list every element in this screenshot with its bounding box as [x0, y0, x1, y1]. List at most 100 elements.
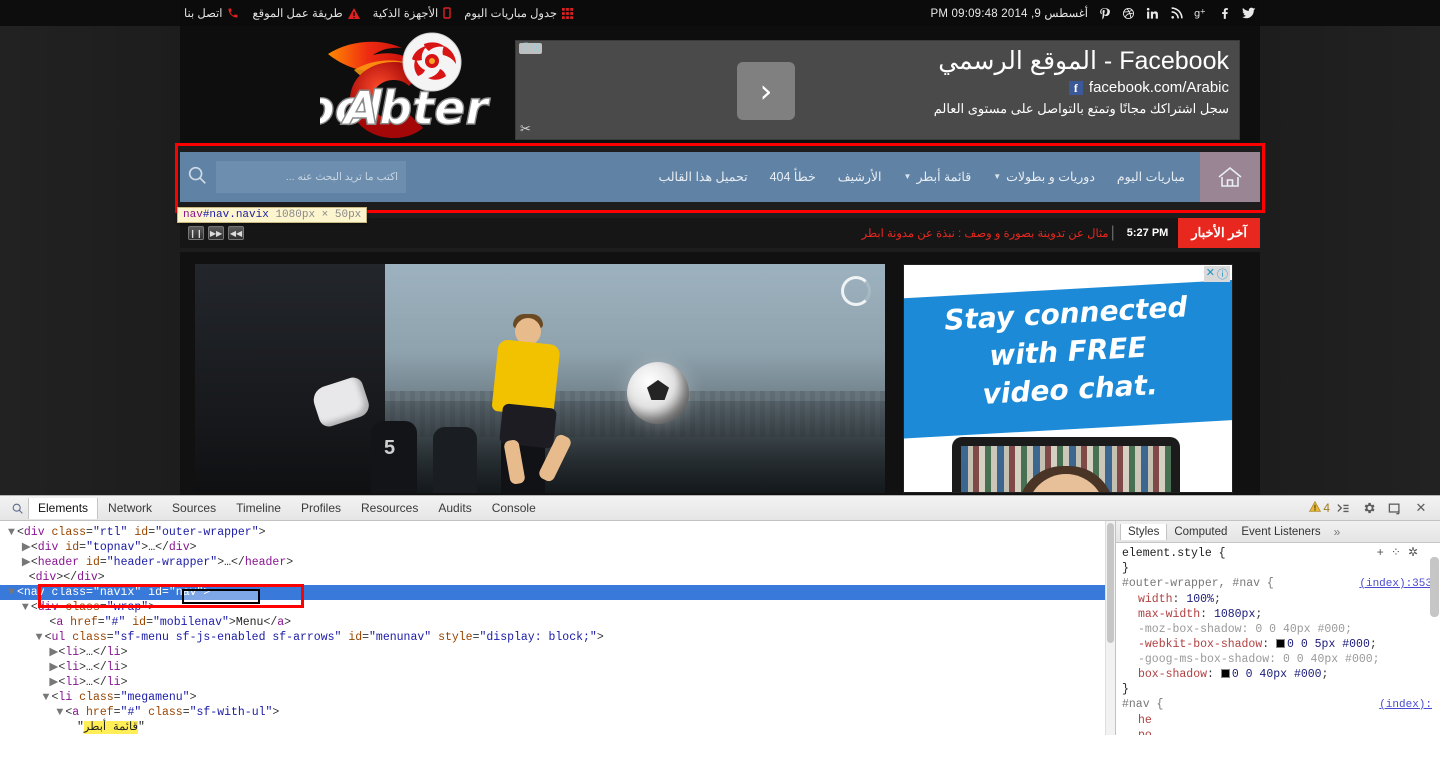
nav-item-abter-menu[interactable]: قائمة أبطر ▼ — [893, 152, 983, 202]
side-ad-badge[interactable]: ⓘ ✕ — [1203, 266, 1230, 282]
warning-count-badge[interactable]: 4 — [1309, 500, 1330, 515]
color-swatch[interactable] — [1276, 639, 1286, 648]
tab-sources[interactable]: Sources — [162, 498, 226, 519]
dom-line[interactable]: ▶<li>…</li> — [0, 660, 1115, 675]
nav-item-today-matches[interactable]: مباريات اليوم — [1106, 152, 1196, 202]
style-prop[interactable]: he — [1122, 713, 1440, 728]
styles-settings-gear-icon[interactable]: ✲ — [1408, 546, 1418, 561]
ticker-headline[interactable]: مثال عن تدوينة بصورة و وصف : نبذة عن مدو… — [862, 226, 1109, 240]
tab-event-listeners[interactable]: Event Listeners — [1234, 524, 1327, 540]
disclosure-triangle-icon[interactable]: ▼ — [22, 600, 31, 615]
style-prop[interactable]: width: 100%; — [1122, 592, 1440, 607]
color-swatch[interactable] — [1220, 669, 1230, 678]
dom-scrollbar[interactable] — [1105, 521, 1115, 735]
googleplus-icon[interactable]: g + — [1193, 6, 1208, 21]
side-ad-banner[interactable]: ⓘ ✕ Stay connected with FREE video chat. — [903, 264, 1233, 493]
rule-source-link[interactable]: (index):353 — [1359, 577, 1440, 592]
ad-close-x[interactable]: X — [533, 43, 540, 54]
dom-line[interactable]: ▼ <a href="#" class="sf-with-ul"> — [0, 705, 1115, 720]
dom-line[interactable]: ▼ <div class="wrap"> — [0, 600, 1115, 615]
style-rule-selector[interactable]: #nav { (index): — [1122, 697, 1440, 713]
topbar-item-contact[interactable]: اتصل بنا — [184, 6, 239, 20]
dom-line[interactable]: ▶<div id="topnav">…</div> — [0, 540, 1115, 555]
facebook-ad-title: Facebook - الموقع الرسمي — [938, 47, 1229, 75]
dom-line[interactable]: ▶<li>…</li> — [0, 675, 1115, 690]
console-drawer-icon[interactable] — [1330, 498, 1356, 518]
topbar-item-smart-devices[interactable]: الأجهزة الذكية — [373, 6, 452, 20]
ad-choices-badge[interactable]: X ⓘ — [519, 43, 542, 54]
pause-icon[interactable]: ❙❙ — [188, 226, 204, 240]
main-navigation[interactable]: مباريات اليوم دوريات و بطولات ▼ قائمة أب… — [180, 152, 1260, 202]
dom-line[interactable]: ▼ <li class="megamenu"> — [0, 690, 1115, 705]
tab-timeline[interactable]: Timeline — [226, 498, 291, 519]
tab-styles[interactable]: Styles — [1120, 523, 1168, 540]
scrollbar-thumb[interactable] — [1107, 523, 1114, 643]
inspect-element-icon[interactable] — [6, 502, 28, 515]
style-prop-disabled[interactable]: -goog-ms-box-shadow: 0 0 40px #000; — [1122, 652, 1440, 667]
styles-tabs-overflow-icon[interactable]: » — [1328, 525, 1347, 539]
dom-line[interactable]: ▼ <div class="rtl" id="outer-wrapper"> — [0, 525, 1115, 540]
home-icon[interactable] — [1200, 152, 1260, 202]
disclosure-triangle-icon[interactable]: ▼ — [43, 690, 52, 705]
dom-line[interactable]: <div></div> — [0, 570, 1115, 585]
ad-dismiss-icon[interactable]: ✂ — [520, 121, 531, 137]
rule-source-link[interactable]: (index): — [1379, 698, 1440, 713]
style-rule-selector[interactable]: #outer-wrapper, #nav { (index):353 — [1122, 576, 1440, 592]
styles-scrollbar[interactable] — [1430, 557, 1439, 617]
dom-line[interactable]: ▼ <ul class="sf-menu sf-js-enabled sf-arr… — [0, 630, 1115, 645]
ad-prev-arrow-icon[interactable]: ‹ — [737, 62, 795, 120]
dom-line[interactable]: <a href="#" id="mobilenav">Menu</a> — [0, 615, 1115, 630]
disclosure-triangle-icon[interactable]: ▼ — [36, 630, 45, 645]
tab-network[interactable]: Network — [98, 498, 162, 519]
dom-line[interactable]: ▶<li>…</li> — [0, 645, 1115, 660]
tab-audits[interactable]: Audits — [428, 498, 481, 519]
ad-close-icon[interactable]: ✕ — [1206, 266, 1215, 282]
search-input[interactable]: اكتب ما تريد البحث عنه ... — [216, 161, 406, 193]
dribbble-icon[interactable] — [1121, 6, 1136, 21]
style-prop[interactable]: po — [1122, 728, 1440, 735]
pinterest-icon[interactable] — [1097, 6, 1112, 21]
nav-item-archive[interactable]: الأرشيف — [827, 152, 893, 202]
next-icon[interactable]: ▶▶ — [208, 226, 224, 240]
settings-gear-icon[interactable] — [1356, 498, 1382, 518]
style-prop[interactable]: box-shadow: 0 0 40px #000; — [1122, 667, 1440, 682]
style-prop-disabled[interactable]: -moz-box-shadow: 0 0 40px #000; — [1122, 622, 1440, 637]
styles-rules[interactable]: + ⁘ ✲ element.style { } #outer-wrapper, … — [1116, 543, 1440, 735]
nav-item-download-template[interactable]: تحميل هذا القالب — [647, 152, 758, 202]
nav-item-error-404[interactable]: خطأ 404 — [759, 152, 827, 202]
tab-resources[interactable]: Resources — [351, 498, 428, 519]
facebook-ad-banner[interactable]: X ⓘ Facebook - الموقع الرسمي f facebook.… — [515, 40, 1240, 140]
dom-tree-panel[interactable]: ▼ <div class="rtl" id="outer-wrapper"> ▶<… — [0, 521, 1115, 735]
ad-info-icon[interactable]: ⓘ — [521, 43, 531, 54]
ad-info-icon[interactable]: ⓘ — [1217, 266, 1228, 282]
tab-profiles[interactable]: Profiles — [291, 498, 351, 519]
disclosure-triangle-icon[interactable]: ▶ — [22, 555, 31, 570]
topbar-item-how-it-works[interactable]: طريقة عمل الموقع — [252, 6, 360, 20]
topbar-item-match-schedule[interactable]: جدول مباريات اليوم — [464, 6, 574, 20]
disclosure-triangle-icon[interactable]: ▼ — [8, 525, 17, 540]
close-icon[interactable]: ✕ — [1408, 498, 1434, 518]
topbar-left-group: PM 09:09:48 2014 ,9 أغسطس g + — [930, 6, 1256, 21]
prev-icon[interactable]: ◀◀ — [228, 226, 244, 240]
dom-line-selected[interactable]: ▼ <nav class="navix" id="nav"> — [0, 585, 1115, 600]
search-icon[interactable] — [186, 164, 208, 191]
nav-item-leagues-tournaments[interactable]: دوريات و بطولات ▼ — [982, 152, 1106, 202]
style-prop[interactable]: -webkit-box-shadow: 0 0 5px #000; — [1122, 637, 1440, 652]
featured-slider[interactable] — [195, 264, 885, 493]
tab-elements[interactable]: Elements — [28, 497, 99, 519]
twitter-icon[interactable] — [1241, 6, 1256, 21]
dock-icon[interactable] — [1382, 498, 1408, 518]
facebook-icon[interactable] — [1217, 6, 1232, 21]
disclosure-triangle-icon[interactable]: ▼ — [56, 705, 65, 720]
tab-console[interactable]: Console — [482, 498, 546, 519]
style-prop[interactable]: max-width: 1080px; — [1122, 607, 1440, 622]
dom-line-text[interactable]: "قائمة أبطر" — [0, 720, 1115, 735]
disclosure-triangle-icon[interactable]: ▶ — [22, 540, 31, 555]
disclosure-triangle-icon[interactable]: ▼ — [8, 585, 17, 600]
linkedin-icon[interactable] — [1145, 6, 1160, 21]
dom-line[interactable]: ▶<header id="header-wrapper">…</header> — [0, 555, 1115, 570]
tab-computed[interactable]: Computed — [1167, 524, 1234, 540]
element-state-icon[interactable]: ⁘ — [1391, 546, 1401, 561]
new-style-rule-icon[interactable]: + — [1377, 546, 1384, 561]
rss-icon[interactable] — [1169, 6, 1184, 21]
